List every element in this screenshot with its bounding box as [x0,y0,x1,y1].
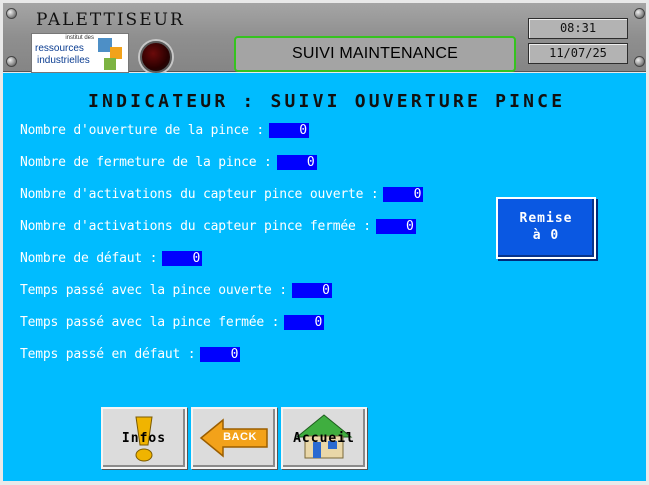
header-bar: PALETTISEUR institut des ressources indu… [3,3,646,73]
value-text: 0 [230,347,239,362]
infos-button[interactable]: Infos [101,407,187,469]
indicator-label: Nombre d'ouverture de la pince : [20,123,265,138]
reset-button[interactable]: Remise à 0 [496,197,596,259]
indicator-row: Nombre d'activations du capteur pince fe… [20,219,416,235]
hmi-window: PALETTISEUR institut des ressources indu… [0,0,649,485]
logo-mark [104,58,116,70]
indicator-label: Temps passé avec la pince fermée : [20,315,280,330]
indicator-row: Temps passé avec la pince fermée : 0 [20,315,325,331]
back-button[interactable]: BACK [191,407,277,469]
value-field: 0 [162,251,203,266]
indicator-label: Temps passé avec la pince ouverte : [20,283,287,298]
indicator-row: Temps passé en défaut : 0 [20,347,241,363]
value-text: 0 [299,123,308,138]
indicator-light [140,41,172,73]
indicator-label: Nombre d'activations du capteur pince ou… [20,187,379,202]
indicator-label: Nombre de défaut : [20,251,158,266]
value-text: 0 [413,187,422,202]
screw-icon [6,56,17,67]
logo-text: institut des [65,35,94,41]
value-text: 0 [306,155,315,170]
value-text: 0 [406,219,414,234]
screw-icon [634,8,645,19]
indicator-row: Temps passé avec la pince ouverte : 0 [20,283,332,299]
reset-label: à 0 [532,228,560,243]
indicator-label: Nombre d'activations du capteur pince fe… [20,219,371,234]
company-logo: institut des ressources industrielles [31,33,129,73]
accueil-label: Accueil [293,431,355,446]
value-text: 0 [322,283,330,298]
indicator-row: Nombre de défaut : 0 [20,251,203,267]
value-field: 0 [383,187,424,202]
accueil-button[interactable]: Accueil [281,407,367,469]
logo-text: industrielles [37,55,90,66]
indicator-label: Nombre de fermeture de la pince : [20,155,272,170]
indicator-label: Temps passé en défaut : [20,347,196,362]
reset-label: Remise [519,211,573,226]
logo-text: ressources [35,43,84,54]
value-field: 0 [284,315,325,330]
value-field: 0 [269,123,310,138]
screen-title: SUIVI MAINTENANCE [291,45,459,62]
indicator-row: Nombre de fermeture de la pince : 0 [20,155,317,171]
screen-title-box: SUIVI MAINTENANCE [234,36,516,72]
infos-label: Infos [121,431,167,446]
back-label: BACK [223,431,257,443]
screw-icon [6,8,17,19]
value-text: 0 [192,251,201,266]
indicator-row: Nombre d'ouverture de la pince : 0 [20,123,310,139]
value-text: 0 [314,315,323,330]
main-panel: INDICATEUR : SUIVI OUVERTURE PINCE Nombr… [3,73,646,481]
indicator-row: Nombre d'activations du capteur pince ou… [20,187,424,203]
clock-time: 08:31 [528,18,628,39]
value-field: 0 [200,347,241,362]
app-title: PALETTISEUR [36,10,185,30]
value-field: 0 [276,155,317,170]
value-field: 0 [291,283,332,298]
screw-icon [634,56,645,67]
value-field: 0 [375,219,416,234]
clock-date: 11/07/25 [528,43,628,64]
page-title: INDICATEUR : SUIVI OUVERTURE PINCE [88,91,566,112]
